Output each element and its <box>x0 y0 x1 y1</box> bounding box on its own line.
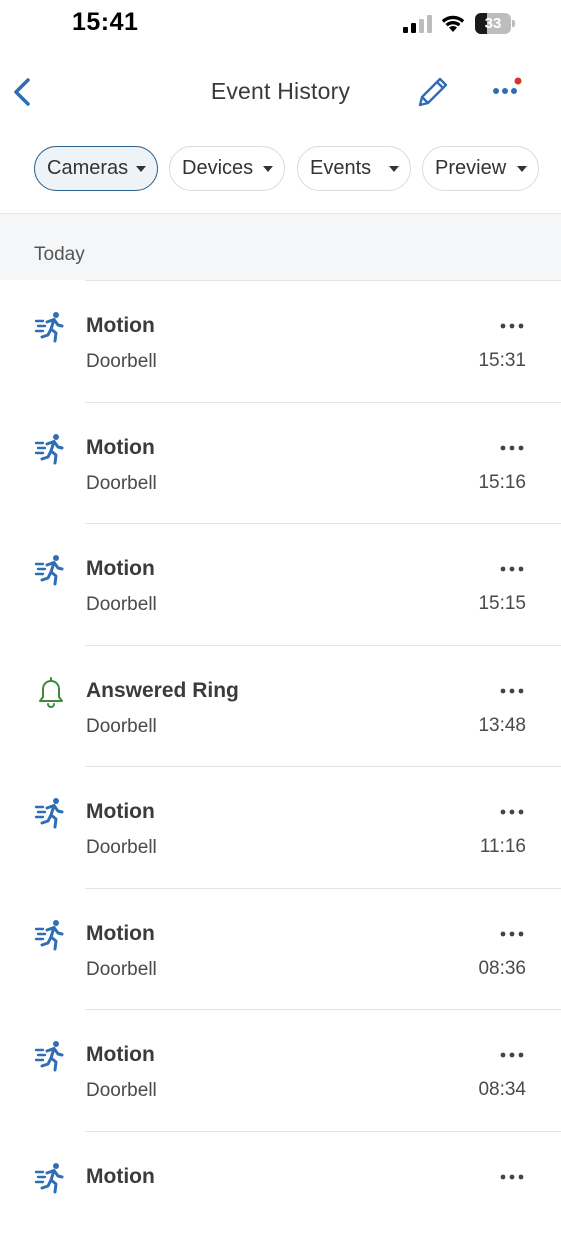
more-options-icon[interactable] <box>498 806 526 818</box>
pencil-edit-icon[interactable] <box>412 74 452 110</box>
event-type: Motion <box>86 1043 155 1067</box>
event-device: Doorbell <box>86 351 157 373</box>
event-list: Motion Doorbell 15:31 Motion Doorbell 15… <box>0 280 561 1252</box>
event-time: 15:31 <box>478 350 526 372</box>
more-options-icon[interactable] <box>498 563 526 575</box>
filter-chip-preview[interactable]: Preview <box>422 146 539 191</box>
running-person-icon <box>34 1039 68 1073</box>
caret-down-icon <box>389 166 399 172</box>
event-device: Doorbell <box>86 837 157 859</box>
event-row[interactable]: Motion Doorbell 15:15 <box>0 523 561 645</box>
section-header-today: Today <box>0 213 561 280</box>
status-time: 15:41 <box>72 8 138 37</box>
filter-chip-cameras[interactable]: Cameras <box>34 146 158 191</box>
more-options-icon[interactable] <box>498 1171 526 1183</box>
event-time: 15:15 <box>478 593 526 615</box>
cellular-signal-icon <box>402 14 432 34</box>
event-device: Doorbell <box>86 594 157 616</box>
running-person-icon <box>34 918 68 952</box>
page-title: Event History <box>0 78 561 105</box>
event-row[interactable]: Motion Doorbell 08:36 <box>0 888 561 1010</box>
event-row[interactable]: Motion Doorbell 11:16 <box>0 766 561 888</box>
bell-icon <box>34 675 68 709</box>
status-bar: 15:41 33 <box>0 0 561 52</box>
event-device: Doorbell <box>86 1080 157 1102</box>
caret-down-icon <box>136 166 146 172</box>
filter-bar: Cameras Devices Events Preview <box>0 144 561 194</box>
section-label: Today <box>34 244 85 266</box>
filter-chip-label: Cameras <box>47 157 128 179</box>
battery-indicator: 33 <box>475 13 515 34</box>
caret-down-icon <box>517 166 527 172</box>
event-time: 15:16 <box>478 472 526 494</box>
event-time: 13:48 <box>478 715 526 737</box>
event-type: Motion <box>86 1165 155 1189</box>
notification-dot <box>515 78 522 85</box>
running-person-icon <box>34 796 68 830</box>
more-options-icon[interactable] <box>498 685 526 697</box>
event-row[interactable]: Motion Doorbell 08:34 <box>0 1009 561 1131</box>
event-row[interactable]: Motion <box>0 1131 561 1252</box>
more-options-icon[interactable] <box>498 1049 526 1061</box>
event-type: Motion <box>86 800 155 824</box>
filter-chip-label: Devices <box>182 157 253 179</box>
running-person-icon <box>34 1161 68 1195</box>
filter-chip-label: Events <box>310 157 371 179</box>
event-row[interactable]: Motion Doorbell 15:16 <box>0 402 561 524</box>
event-time: 08:36 <box>478 958 526 980</box>
event-time: 11:16 <box>480 836 526 858</box>
event-type: Motion <box>86 557 155 581</box>
event-device: Doorbell <box>86 959 157 981</box>
event-device: Doorbell <box>86 716 157 738</box>
more-options-icon[interactable] <box>498 442 526 454</box>
running-person-icon <box>34 432 68 466</box>
caret-down-icon <box>263 166 273 172</box>
event-row[interactable]: Answered Ring Doorbell 13:48 <box>0 645 561 767</box>
more-options-icon[interactable] <box>498 320 526 332</box>
more-options-icon[interactable] <box>498 928 526 940</box>
running-person-icon <box>34 310 68 344</box>
more-options-icon[interactable] <box>490 74 526 104</box>
event-type: Motion <box>86 314 155 338</box>
battery-percent: 33 <box>475 13 511 34</box>
filter-chip-devices[interactable]: Devices <box>169 146 285 191</box>
nav-bar: Event History <box>0 52 561 132</box>
event-device: Doorbell <box>86 473 157 495</box>
running-person-icon <box>34 553 68 587</box>
event-type: Answered Ring <box>86 679 239 703</box>
event-row[interactable]: Motion Doorbell 15:31 <box>0 280 561 402</box>
wifi-icon <box>440 13 466 33</box>
filter-chip-label: Preview <box>435 157 506 179</box>
event-time: 08:34 <box>478 1079 526 1101</box>
filter-chip-events[interactable]: Events <box>297 146 411 191</box>
event-type: Motion <box>86 436 155 460</box>
event-type: Motion <box>86 922 155 946</box>
